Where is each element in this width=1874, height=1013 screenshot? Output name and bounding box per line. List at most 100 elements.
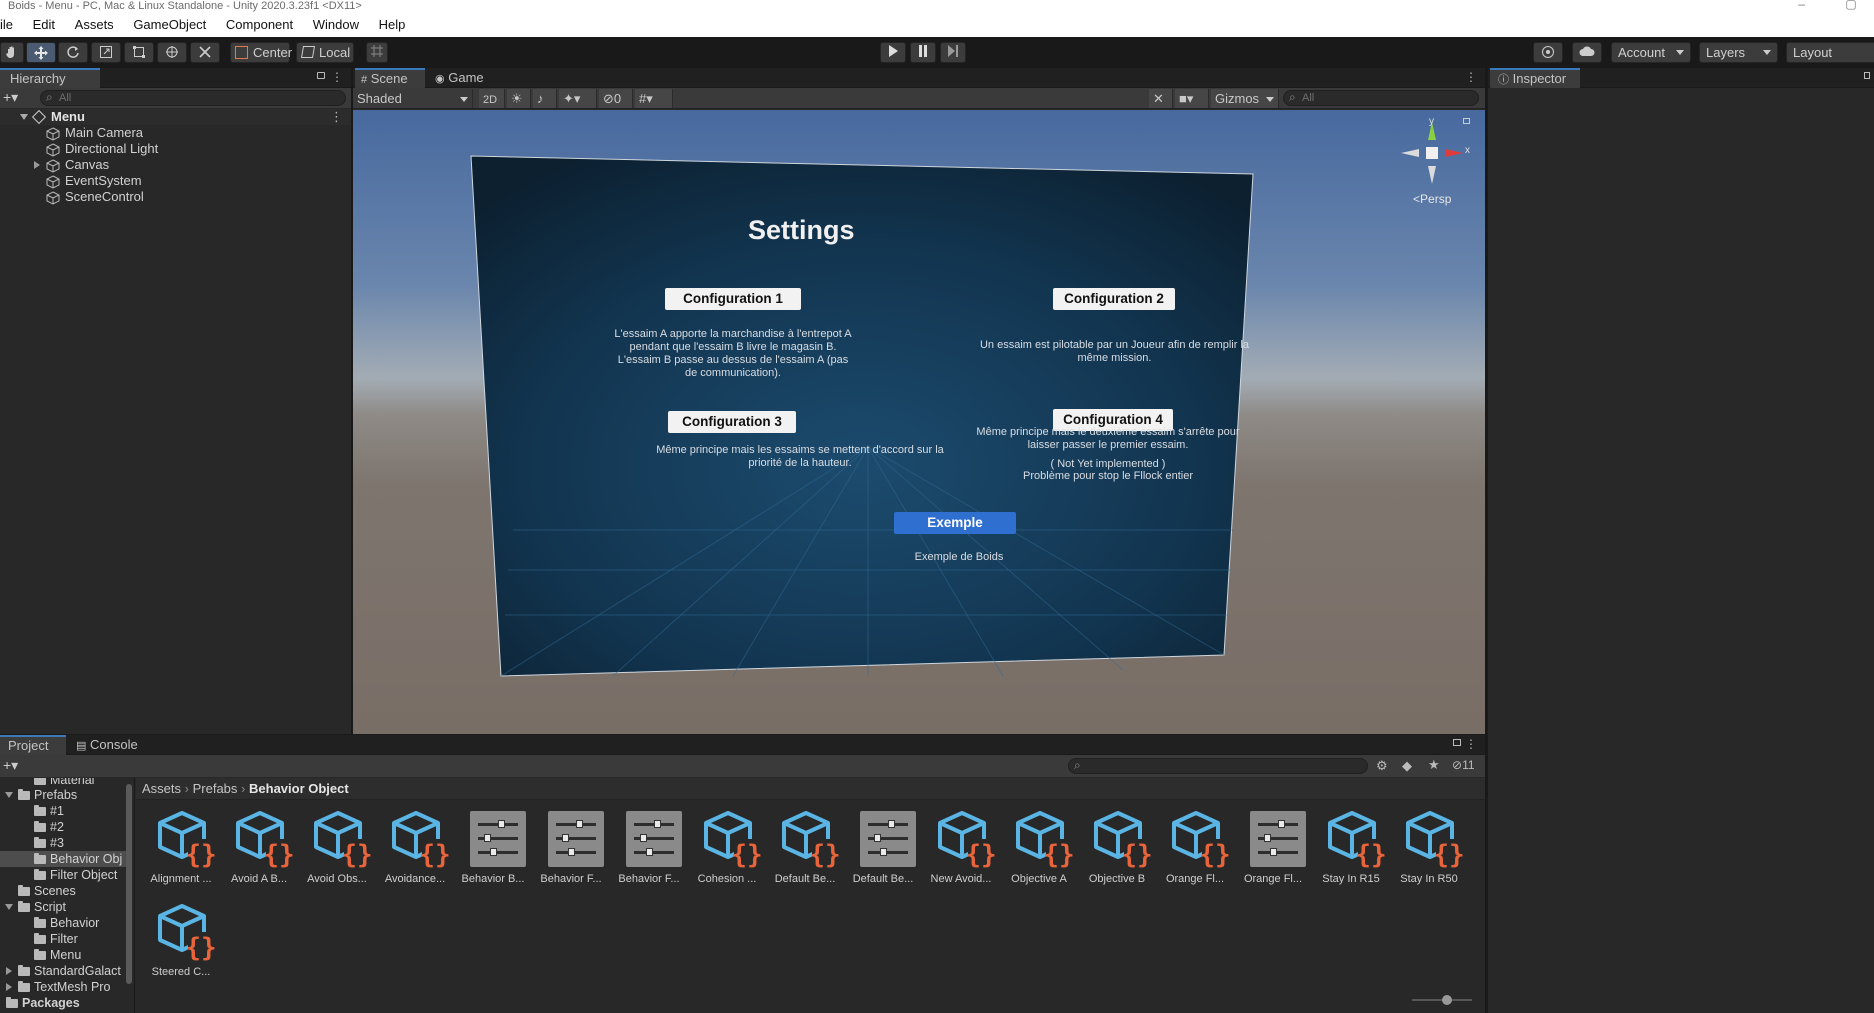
tree-item-prefabs[interactable]: Prefabs xyxy=(0,787,130,803)
favorite-star-icon[interactable]: ★ xyxy=(1428,757,1440,773)
transform-tool-icon[interactable] xyxy=(157,42,187,63)
asset-item[interactable]: {} Default Be... xyxy=(766,809,844,899)
asset-item[interactable]: Behavior B... xyxy=(454,809,532,899)
lock-icon[interactable] xyxy=(317,72,325,79)
effects-icon[interactable]: ✦▾ xyxy=(559,89,597,108)
lighting-icon[interactable]: ☀ xyxy=(507,89,531,108)
rotate-tool-icon[interactable] xyxy=(58,42,88,63)
menu-window[interactable]: Window xyxy=(305,13,367,37)
asset-item[interactable]: {} Cohesion ... xyxy=(688,809,766,899)
move-tool-icon[interactable] xyxy=(26,42,56,63)
tab-scene[interactable]: # Scene xyxy=(355,68,425,88)
tree-item-script[interactable]: Script xyxy=(0,899,130,915)
tree-item-1[interactable]: #1 xyxy=(0,803,130,819)
step-button[interactable] xyxy=(940,42,966,63)
create-plus-icon[interactable]: +▾ xyxy=(3,89,18,106)
camera-settings-icon[interactable]: ■▾ xyxy=(1175,89,1209,108)
tree-item-filter[interactable]: Filter xyxy=(0,931,130,947)
tree-item-behavior-object[interactable]: Behavior Obj xyxy=(0,851,130,867)
lock-icon[interactable] xyxy=(1453,739,1461,746)
pivot-center-button[interactable]: Center xyxy=(230,42,292,63)
tree-item-textmesh-pro[interactable]: TextMesh Pro xyxy=(0,979,130,995)
tree-item-menu[interactable]: Menu xyxy=(0,947,130,963)
breadcrumb-prefabs[interactable]: Prefabs xyxy=(193,781,238,796)
breadcrumb-behavior-object[interactable]: Behavior Object xyxy=(249,781,349,796)
tree-item-packages[interactable]: Packages xyxy=(0,995,130,1011)
pause-button[interactable] xyxy=(910,42,936,63)
scale-tool-icon[interactable] xyxy=(91,42,121,63)
configuration-1-button[interactable]: Configuration 1 xyxy=(665,288,801,310)
create-plus-icon[interactable]: +▾ xyxy=(3,757,18,774)
asset-item[interactable]: {} Objective B xyxy=(1078,809,1156,899)
menu-help[interactable]: Help xyxy=(371,13,414,37)
expand-arrow-icon[interactable] xyxy=(20,114,28,120)
tab-hierarchy[interactable]: Hierarchy xyxy=(0,68,100,88)
scene-kebab-icon[interactable]: ⋮ xyxy=(330,109,343,125)
collapsed-arrow-icon[interactable] xyxy=(34,161,40,169)
scene-search-input[interactable]: All xyxy=(1283,90,1479,106)
lock-icon[interactable] xyxy=(1864,72,1870,79)
project-search-input[interactable] xyxy=(1068,758,1368,774)
scene-viewport[interactable]: Settings Configuration 1 L'essaim A appo… xyxy=(353,110,1485,734)
asset-item[interactable]: {} Steered C... xyxy=(142,902,220,992)
tree-item-2[interactable]: #2 xyxy=(0,819,130,835)
tab-console[interactable]: ▤ Console xyxy=(72,735,152,755)
2d-toggle-button[interactable]: 2D xyxy=(479,89,505,108)
tab-project[interactable]: Project xyxy=(0,735,66,755)
scene-kebab-icon[interactable]: ⋮ xyxy=(1465,70,1477,84)
shading-mode-dropdown[interactable]: Shaded xyxy=(353,89,473,108)
menu-gameobject[interactable]: GameObject xyxy=(125,13,214,37)
tree-item-standard-galaxy[interactable]: StandardGalact xyxy=(0,963,130,979)
menu-file[interactable]: ile xyxy=(0,13,21,37)
exemple-button[interactable]: Exemple xyxy=(894,512,1016,534)
hidden-packages-toggle[interactable]: ⊘11 xyxy=(1452,758,1475,772)
asset-item[interactable]: Orange Fl... xyxy=(1234,809,1312,899)
menu-assets[interactable]: Assets xyxy=(67,13,122,37)
configuration-3-button[interactable]: Configuration 3 xyxy=(668,411,796,433)
zoom-slider[interactable] xyxy=(1412,995,1472,1005)
audio-icon[interactable]: ♪ xyxy=(533,89,557,108)
zoom-slider-handle[interactable] xyxy=(1442,995,1452,1005)
grid-toggle-icon[interactable]: #▾ xyxy=(635,89,673,108)
tree-item-behavior[interactable]: Behavior xyxy=(0,915,130,931)
project-kebab-icon[interactable]: ⋮ xyxy=(1465,737,1477,751)
asset-item[interactable]: Behavior F... xyxy=(532,809,610,899)
grid-snap-icon[interactable] xyxy=(366,42,388,63)
hidden-objects-toggle[interactable]: ⊘0 xyxy=(599,89,633,108)
filter-type-icon[interactable]: ⚙ xyxy=(1376,758,1388,774)
orientation-gizmo[interactable] xyxy=(1397,118,1467,188)
menu-edit[interactable]: Edit xyxy=(25,13,63,37)
menu-component[interactable]: Component xyxy=(218,13,301,37)
tab-game[interactable]: ◉ Game xyxy=(431,68,495,88)
asset-item[interactable]: {} Orange Fl... xyxy=(1156,809,1234,899)
hierarchy-item-directional-light[interactable]: Directional Light xyxy=(0,141,351,157)
asset-item[interactable]: Behavior F... xyxy=(610,809,688,899)
kebab-menu-icon[interactable]: ⋮ xyxy=(331,70,343,84)
collab-icon[interactable] xyxy=(1533,42,1563,63)
filter-label-icon[interactable]: ◆ xyxy=(1402,758,1412,774)
asset-item[interactable]: {} New Avoid... xyxy=(922,809,1000,899)
tab-inspector[interactable]: ⓘ Inspector xyxy=(1490,68,1580,88)
hierarchy-item-main-camera[interactable]: Main Camera xyxy=(0,125,351,141)
asset-item[interactable]: {} Stay In R50 xyxy=(1390,809,1468,899)
rect-tool-icon[interactable] xyxy=(124,42,154,63)
layout-dropdown[interactable]: Layout xyxy=(1786,42,1874,63)
hierarchy-item-scenecontrol[interactable]: SceneControl xyxy=(0,189,351,205)
layers-dropdown[interactable]: Layers xyxy=(1699,42,1778,63)
asset-item[interactable]: Default Be... xyxy=(844,809,922,899)
account-dropdown[interactable]: Account xyxy=(1611,42,1691,63)
custom-tool-icon[interactable] xyxy=(190,42,220,63)
asset-item[interactable]: {} Avoid A B... xyxy=(220,809,298,899)
breadcrumb-assets[interactable]: Assets xyxy=(142,781,181,796)
configuration-2-button[interactable]: Configuration 2 xyxy=(1053,288,1175,310)
persp-toggle[interactable]: <Persp xyxy=(1413,192,1451,206)
play-button[interactable] xyxy=(880,42,906,63)
gizmos-dropdown[interactable]: Gizmos xyxy=(1211,89,1279,108)
asset-item[interactable]: {} Objective A xyxy=(1000,809,1078,899)
hierarchy-scene-row[interactable]: Menu ⋮ xyxy=(0,109,351,125)
asset-item[interactable]: {} Avoidance... xyxy=(376,809,454,899)
hand-tool-icon[interactable] xyxy=(0,42,24,63)
tree-item-filter-object[interactable]: Filter Object xyxy=(0,867,130,883)
tree-item-3[interactable]: #3 xyxy=(0,835,130,851)
hierarchy-item-eventsystem[interactable]: EventSystem xyxy=(0,173,351,189)
